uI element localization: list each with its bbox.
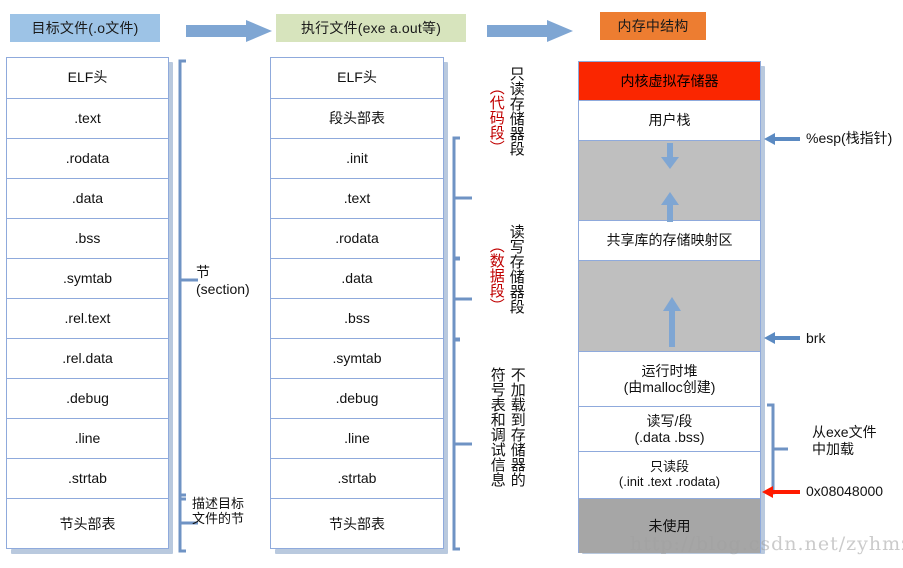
row-label: 运行时堆 (由malloc创建) <box>623 362 716 395</box>
object-file-row: .line <box>7 419 168 459</box>
row-label: .strtab <box>68 469 107 486</box>
exec-notloaded-sublabel: 符号表和调试信息 <box>488 367 507 487</box>
heap-up-arrow-icon <box>663 297 681 347</box>
exec-file-column: ELF头 段头部表 .init .text .rodata .data .bss… <box>270 57 444 549</box>
exec-file-row: ELF头 <box>271 58 443 99</box>
memory-row-rw-segment: 读写/段 (.data .bss) <box>579 407 760 452</box>
object-file-row: ELF头 <box>7 58 168 99</box>
row-label: .data <box>71 189 104 206</box>
row-label: .bss <box>74 229 101 246</box>
exec-file-row: 节头部表 <box>271 499 443 550</box>
exec-readwrite-segment-label: 读写存储器段 <box>507 224 526 314</box>
exec-file-row: 段头部表 <box>271 99 443 139</box>
exec-file-row: .debug <box>271 379 443 419</box>
row-label: 只读段 (.init .text .rodata) <box>618 459 721 489</box>
object-file-row: .rodata <box>7 139 168 179</box>
row-label: ELF头 <box>67 69 108 86</box>
row-label: .line <box>74 429 101 446</box>
row-label: 段头部表 <box>329 109 385 126</box>
row-label: .symtab <box>332 349 382 366</box>
object-file-section-annotation: 节 (section) <box>196 264 250 297</box>
exec-readonly-brace <box>452 136 472 260</box>
memory-row-kernel: 内核虚拟存储器 <box>579 62 760 101</box>
object-file-row: .text <box>7 99 168 139</box>
row-label: .strtab <box>337 469 377 486</box>
header-exec-file-label: 执行文件(exe a.out等) <box>300 20 442 36</box>
object-file-column: ELF头 .text .rodata .data .bss .symtab .r… <box>6 57 169 549</box>
row-label: .rel.text <box>64 309 111 326</box>
stack-up-arrow-icon <box>661 192 679 222</box>
memory-row-heap: 运行时堆 (由malloc创建) <box>579 352 760 407</box>
exec-file-row: .bss <box>271 299 443 339</box>
exec-file-row: .data <box>271 259 443 299</box>
memory-row-ro-segment: 只读段 (.init .text .rodata) <box>579 452 760 499</box>
memory-row-user-stack: 用户栈 <box>579 101 760 141</box>
row-label: .bss <box>344 309 370 326</box>
row-label: .rodata <box>65 149 110 166</box>
exec-readonly-segment-sublabel: （代码段） <box>487 80 506 155</box>
row-label: .text <box>74 109 101 126</box>
exec-file-row: .init <box>271 139 443 179</box>
object-file-row: .debug <box>7 379 168 419</box>
brk-label: brk <box>806 330 826 346</box>
header-object-file: 目标文件(.o文件) <box>10 14 160 42</box>
exec-readonly-segment-label: 只读存储器段 <box>507 66 526 156</box>
memory-row-unused: 未使用 <box>579 499 760 553</box>
exec-readwrite-brace <box>452 257 472 341</box>
esp-label: %esp(栈指针) <box>806 130 893 146</box>
object-file-row: .rel.text <box>7 299 168 339</box>
object-file-row: .rel.data <box>7 339 168 379</box>
exec-file-row: .symtab <box>271 339 443 379</box>
row-label: .data <box>341 269 373 286</box>
object-file-shdr-annotation: 描述目标 文件的节 <box>192 496 245 527</box>
row-label: 读写/段 (.data .bss) <box>634 412 705 445</box>
exec-file-row: .line <box>271 419 443 459</box>
loaded-from-exe-label: 从exe文件 中加载 <box>812 424 877 457</box>
header-memory-label: 内存中结构 <box>617 18 689 34</box>
object-file-row: .strtab <box>7 459 168 499</box>
exec-notloaded-brace <box>452 338 472 551</box>
row-label: 节头部表 <box>329 515 385 532</box>
header-exec-file: 执行文件(exe a.out等) <box>276 14 466 42</box>
row-label: .text <box>343 189 371 206</box>
row-label: 用户栈 <box>648 112 691 129</box>
row-label: .rel.data <box>62 349 113 366</box>
base-address-arrow-icon <box>762 486 800 498</box>
object-file-row: 节头部表 <box>7 499 168 550</box>
row-label: .line <box>344 429 370 446</box>
base-address-label: 0x08048000 <box>806 483 884 499</box>
stack-down-arrow-icon <box>661 143 679 169</box>
esp-arrow-icon <box>764 133 800 145</box>
diagram-canvas: 目标文件(.o文件) 执行文件(exe a.out等) 内存中结构 ELF头 .… <box>0 0 903 568</box>
object-file-row: .bss <box>7 219 168 259</box>
row-label: 内核虚拟存储器 <box>620 72 719 89</box>
flow-arrow-1 <box>186 20 272 42</box>
header-memory: 内存中结构 <box>600 12 706 40</box>
object-file-row: .symtab <box>7 259 168 299</box>
row-label: .rodata <box>335 229 379 246</box>
header-object-file-label: 目标文件(.o文件) <box>31 20 139 36</box>
flow-arrow-2 <box>487 20 573 42</box>
row-label: 节头部表 <box>59 515 116 532</box>
exec-file-row: .text <box>271 179 443 219</box>
row-label: 共享库的存储映射区 <box>606 232 733 249</box>
exec-file-row: .strtab <box>271 459 443 499</box>
object-file-row: .data <box>7 179 168 219</box>
row-label: ELF头 <box>337 69 377 86</box>
row-label: .debug <box>66 389 109 406</box>
exec-file-row: .rodata <box>271 219 443 259</box>
memory-row-shared-lib: 共享库的存储映射区 <box>579 221 760 261</box>
exec-notloaded-label: 不加载到存储器的 <box>508 367 527 487</box>
row-label: .init <box>346 149 368 166</box>
brk-arrow-icon <box>764 332 800 344</box>
row-label: 未使用 <box>648 517 691 534</box>
row-label: .debug <box>335 389 379 406</box>
exec-readwrite-segment-sublabel: （数据段） <box>487 238 506 313</box>
row-label: .symtab <box>62 269 112 286</box>
loaded-from-exe-brace <box>767 403 788 495</box>
